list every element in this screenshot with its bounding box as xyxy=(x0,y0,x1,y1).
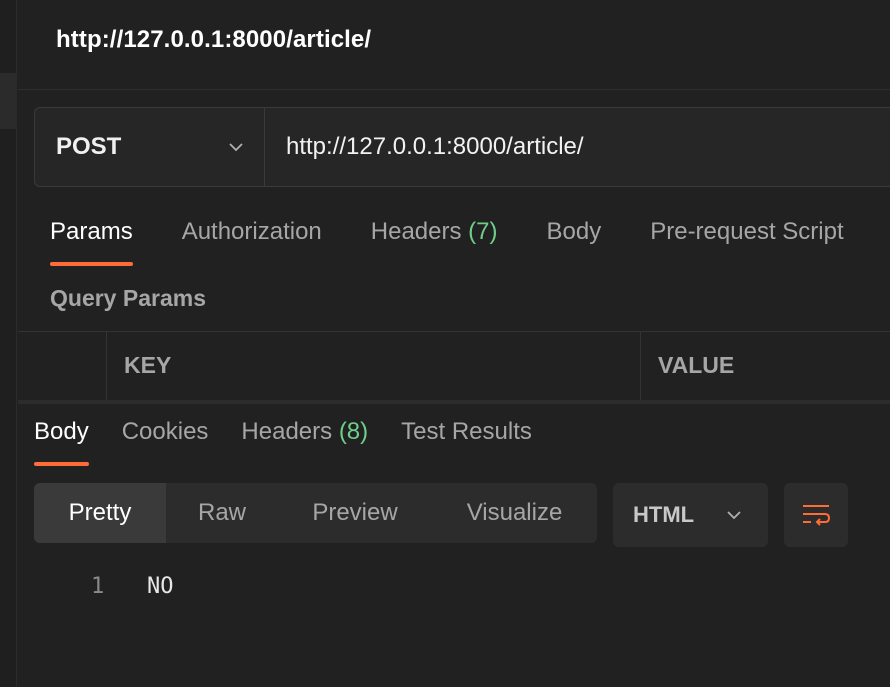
format-dropdown[interactable]: HTML xyxy=(613,483,768,547)
wrap-lines-icon xyxy=(803,505,831,526)
response-tab-test-results-label: Test Results xyxy=(401,418,532,445)
url-input[interactable] xyxy=(265,108,890,186)
response-headers-count-badge: (8) xyxy=(338,418,369,445)
response-tabs: Body Cookies Headers (8) Test Results xyxy=(34,418,565,466)
response-tab-test-results[interactable]: Test Results xyxy=(401,418,532,446)
response-body-content: NO xyxy=(147,574,174,599)
postman-window: http://127.0.0.1:8000/article/ POST Para… xyxy=(0,0,890,687)
response-tab-headers-label: Headers xyxy=(241,418,333,445)
response-tab-headers[interactable]: Headers (8) xyxy=(241,418,368,446)
view-mode-visualize[interactable]: Visualize xyxy=(432,483,597,543)
left-sidebar-gutter xyxy=(0,0,17,687)
tab-headers[interactable]: Headers (7) xyxy=(371,218,498,268)
table-divider xyxy=(640,332,641,402)
column-header-value: VALUE xyxy=(658,352,735,378)
request-tab-header: http://127.0.0.1:8000/article/ xyxy=(18,0,890,90)
sidebar-active-indicator[interactable] xyxy=(0,73,17,129)
line-number: 1 xyxy=(91,574,105,599)
chevron-down-icon xyxy=(229,143,243,152)
view-mode-raw[interactable]: Raw xyxy=(166,483,278,543)
column-header-key: KEY xyxy=(124,352,172,378)
view-mode-pretty[interactable]: Pretty xyxy=(34,483,166,543)
tab-headers-label: Headers xyxy=(370,218,462,245)
response-tab-body[interactable]: Body xyxy=(34,418,89,466)
tab-pre-request-script-label: Pre-request Script xyxy=(650,218,844,245)
method-selector[interactable]: POST xyxy=(35,108,265,186)
query-params-title: Query Params xyxy=(50,285,206,311)
request-tab-title[interactable]: http://127.0.0.1:8000/article/ xyxy=(56,26,371,54)
wrap-lines-button[interactable] xyxy=(784,483,848,547)
tab-authorization-label: Authorization xyxy=(181,218,322,245)
pane-resize-handle[interactable] xyxy=(18,400,890,404)
tab-params-label: Params xyxy=(50,218,133,245)
headers-count-badge: (7) xyxy=(468,218,498,245)
response-tab-cookies[interactable]: Cookies xyxy=(122,418,209,446)
url-bar: POST xyxy=(34,107,890,187)
request-tabs: Params Authorization Headers (7) Body Pr… xyxy=(50,218,890,268)
tab-pre-request-script[interactable]: Pre-request Script xyxy=(650,218,843,268)
format-label: HTML xyxy=(633,502,695,527)
method-label: POST xyxy=(56,133,122,160)
query-params-table: KEY VALUE xyxy=(18,331,890,402)
view-mode-segmented-control: Pretty Raw Preview Visualize xyxy=(34,483,597,543)
table-divider xyxy=(106,332,107,402)
view-mode-preview[interactable]: Preview xyxy=(278,483,432,543)
tab-body[interactable]: Body xyxy=(547,218,602,268)
chevron-down-icon xyxy=(727,511,741,520)
response-tab-body-label: Body xyxy=(34,418,89,445)
tab-authorization[interactable]: Authorization xyxy=(182,218,322,268)
tab-body-label: Body xyxy=(546,218,602,245)
response-tab-cookies-label: Cookies xyxy=(121,418,209,445)
tab-params[interactable]: Params xyxy=(50,218,133,268)
